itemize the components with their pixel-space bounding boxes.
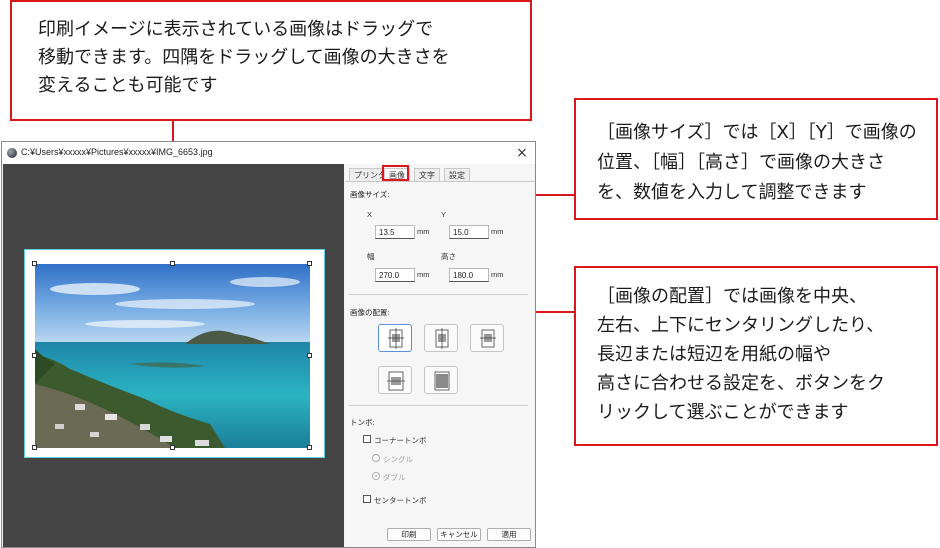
layout-center-vertical-button[interactable] <box>470 324 504 352</box>
width-unit: mm <box>417 270 430 279</box>
fit-short-side-icon <box>434 371 450 391</box>
x-unit: mm <box>417 227 430 236</box>
callout-line: を、数値を入力して調整できます <box>597 182 867 203</box>
resize-handle-left[interactable] <box>32 353 37 358</box>
resize-handle-bottom-right[interactable] <box>307 445 312 450</box>
callout-line: 左右、上下にセンタリングしたり、 <box>597 315 885 336</box>
center-tombo-checkbox[interactable] <box>363 495 371 503</box>
tab-text[interactable]: 文字 <box>414 168 440 181</box>
layout-fit-long-side-button[interactable] <box>378 366 412 394</box>
width-label: 幅 <box>367 252 375 261</box>
callout-line: 高さに合わせる設定を、ボタンをク <box>597 373 885 394</box>
double-label: ダブル <box>383 473 406 482</box>
callout-line: 印刷イメージに表示されている画像はドラッグで <box>38 19 434 40</box>
y-unit: mm <box>491 227 504 236</box>
height-input[interactable] <box>449 268 489 282</box>
callout-drag-image: 印刷イメージに表示されている画像はドラッグで 移動できます。四隅をドラッグして画… <box>10 0 532 121</box>
double-radio[interactable] <box>372 472 380 480</box>
center-tombo-label: センタートンボ <box>374 496 427 505</box>
preview-photo[interactable] <box>35 264 310 448</box>
layout-center-button[interactable] <box>378 324 412 352</box>
layout-center-horizontal-button[interactable] <box>424 324 458 352</box>
width-input[interactable] <box>375 268 415 282</box>
resize-handle-bottom[interactable] <box>170 445 175 450</box>
x-label: X <box>367 210 373 219</box>
cancel-button[interactable]: キャンセル <box>437 528 481 541</box>
callout-line: ［画像の配置］では画像を中央、 <box>597 286 867 307</box>
resize-handle-top-left[interactable] <box>32 261 37 266</box>
y-label: Y <box>441 210 447 219</box>
print-preview-area <box>3 164 344 547</box>
paper-preview <box>24 249 325 458</box>
layout-fit-short-side-button[interactable] <box>424 366 458 394</box>
apply-button[interactable]: 適用 <box>487 528 531 541</box>
resize-handle-right[interactable] <box>307 353 312 358</box>
landscape-photo <box>35 264 310 448</box>
resize-handle-bottom-left[interactable] <box>32 445 37 450</box>
print-button[interactable]: 印刷 <box>387 528 431 541</box>
tab-settings[interactable]: 設定 <box>444 168 470 181</box>
callout-line: 移動できます。四隅をドラッグして画像の大きさを <box>38 47 450 68</box>
image-size-label: 画像サイズ: <box>350 190 390 199</box>
height-unit: mm <box>491 270 504 279</box>
corner-tombo-label: コーナートンボ <box>374 436 427 445</box>
settings-panel: プリンタ 画像 文字 設定 画像サイズ: X Y mm mm 幅 高さ mm m… <box>345 164 535 547</box>
title-bar[interactable]: C:¥Users¥xxxxx¥Pictures¥xxxxx¥IMG_6653.j… <box>2 142 535 164</box>
print-dialog-window: C:¥Users¥xxxxx¥Pictures¥xxxxx¥IMG_6653.j… <box>1 141 536 548</box>
single-label: シングル <box>383 455 413 464</box>
callout-line: ［画像サイズ］では［X］［Y］で画像の <box>597 122 917 143</box>
close-button[interactable]: × <box>513 144 531 162</box>
image-layout-label: 画像の配置: <box>350 308 390 317</box>
x-input[interactable] <box>375 225 415 239</box>
height-label: 高さ <box>441 252 456 261</box>
tab-highlight-frame <box>382 165 409 181</box>
app-icon <box>7 148 17 158</box>
divider <box>349 405 528 406</box>
resize-handle-top-right[interactable] <box>307 261 312 266</box>
tab-underline <box>345 181 535 182</box>
callout-line: 位置、［幅］［高さ］で画像の大きさ <box>597 152 885 173</box>
callout-line: 変えることも可能です <box>38 75 218 96</box>
callout-image-layout: ［画像の配置］では画像を中央、 左右、上下にセンタリングしたり、 長辺または短辺… <box>574 266 938 446</box>
single-radio[interactable] <box>372 454 380 462</box>
y-input[interactable] <box>449 225 489 239</box>
resize-handle-top[interactable] <box>170 261 175 266</box>
center-horizontal-icon <box>435 328 449 349</box>
callout-line: リックして選ぶことができます <box>597 402 849 423</box>
center-icon <box>388 328 404 349</box>
corner-tombo-checkbox[interactable] <box>363 435 371 443</box>
window-title: C:¥Users¥xxxxx¥Pictures¥xxxxx¥IMG_6653.j… <box>21 147 213 157</box>
tombo-label: トンボ: <box>350 418 375 427</box>
center-vertical-icon <box>480 329 496 348</box>
fit-long-side-icon <box>387 371 405 391</box>
callout-line: 長辺または短辺を用紙の幅や <box>597 344 831 365</box>
divider <box>349 294 528 295</box>
callout-image-size: ［画像サイズ］では［X］［Y］で画像の 位置、［幅］［高さ］で画像の大きさ を、… <box>574 98 938 220</box>
